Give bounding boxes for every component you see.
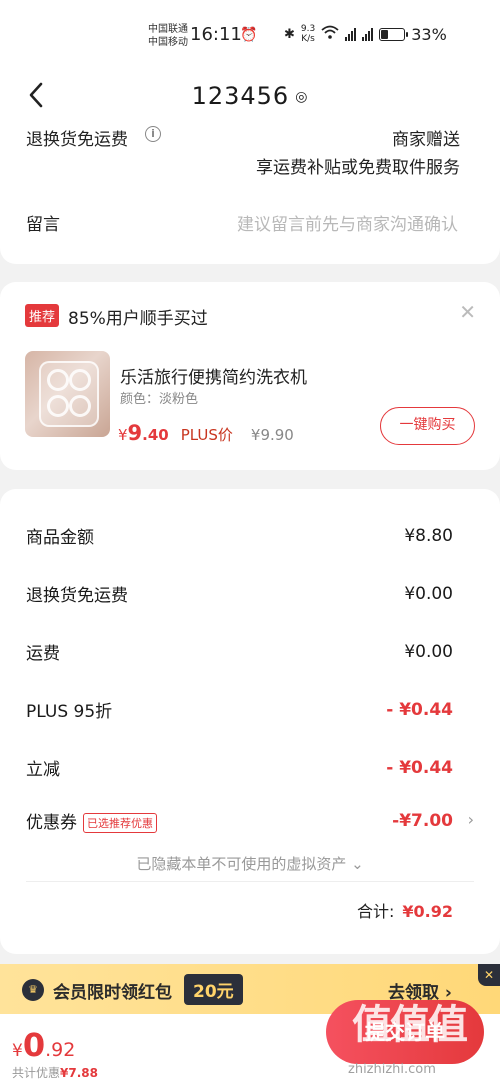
summary-row-plus-discount: PLUS 95折 - ¥0.44 <box>26 699 453 723</box>
status-bar: 中国联通 中国移动 16:11 ⏰ ✱ 9.3 K/s 33% <box>0 0 500 66</box>
status-time: 16:11 <box>190 24 242 45</box>
battery-icon <box>379 27 409 41</box>
carrier-2: 中国移动 <box>148 37 188 48</box>
crown-icon: ♛ <box>22 979 44 1001</box>
watermark-logo: 值值值 <box>352 1002 468 1048</box>
original-price: ¥9.90 <box>250 426 294 444</box>
plus-price-label: PLUS价 <box>180 426 233 444</box>
chevron-right-icon[interactable]: › <box>468 810 474 829</box>
close-icon[interactable]: ✕ <box>478 964 500 986</box>
battery-level <box>381 29 389 39</box>
product-case-shape <box>39 361 99 427</box>
product-name[interactable]: 乐活旅行便携简约洗衣机 <box>120 363 307 388</box>
info-icon[interactable]: i <box>145 126 161 142</box>
total-discount: 共计优惠¥7.88 <box>12 1066 98 1080</box>
summary-row-instant-off: 立减 - ¥0.44 <box>26 757 453 781</box>
summary-row-goods: 商品金额 ¥8.80 <box>26 525 453 549</box>
summary-row-shipping: 运费 ¥0.00 <box>26 641 453 665</box>
signal-5g-icon <box>345 27 357 41</box>
free-return-label: 退换货免运费 <box>26 130 128 150</box>
status-indicators: ✱ 9.3 K/s 33% <box>284 24 447 44</box>
page-title: 123456 ◎ <box>191 82 309 110</box>
chevron-down-icon: ⌄ <box>351 855 364 873</box>
banner-text: 会员限时领红包 <box>53 983 172 1003</box>
hidden-assets-toggle[interactable]: 已隐藏本单不可使用的虚拟资产 ⌄ <box>0 853 500 874</box>
summary-row-coupon[interactable]: 优惠券 已选推荐优惠 -¥7.00 <box>26 808 453 833</box>
recommend-title: 85%用户顺手买过 <box>68 309 208 329</box>
shipping-subsidy: 享运费补贴或免费取件服务 <box>256 158 460 178</box>
merchant-gift: 商家赠送 <box>392 130 460 150</box>
carrier-labels: 中国联通 中国移动 <box>148 23 188 49</box>
message-input[interactable]: 建议留言前先与商家沟通确认 <box>237 210 458 235</box>
coupon-tag: 已选推荐优惠 <box>83 813 157 833</box>
product-thumbnail[interactable] <box>25 351 110 437</box>
divider <box>26 881 474 882</box>
recommend-tag: 推荐 <box>25 304 60 327</box>
battery-percent: 33% <box>411 24 447 44</box>
redpacket-amount: 20元 <box>184 974 243 1005</box>
message-label: 留言 <box>26 215 60 235</box>
pay-amount: ¥ 0 .92 <box>12 1026 76 1064</box>
summary-row-free-return: 退换货免运费 ¥0.00 <box>26 583 453 607</box>
delivery-options-card: 退换货免运费 i 商家赠送 享运费补贴或免费取件服务 留言 建议留言前先与商家沟… <box>0 110 500 264</box>
signal-4g-icon <box>362 27 374 41</box>
watermark-url: zhizhizhi.com <box>348 1062 436 1077</box>
network-speed: 9.3 K/s <box>300 24 316 44</box>
close-icon[interactable]: ✕ <box>459 300 476 324</box>
bluetooth-icon: ✱ <box>284 26 295 42</box>
location-icon: ◎ <box>295 89 309 105</box>
carrier-1: 中国联通 <box>148 24 188 35</box>
alarm-icon: ⏰ <box>240 27 258 43</box>
total-row: 合计: ¥0.92 <box>356 902 453 921</box>
wifi-icon <box>321 25 339 43</box>
product-color: 颜色：淡粉色 <box>120 392 199 407</box>
product-price: ¥ 9 .40 PLUS价 ¥9.90 <box>118 421 294 445</box>
one-click-buy-button[interactable]: 一键购买 <box>380 407 475 445</box>
